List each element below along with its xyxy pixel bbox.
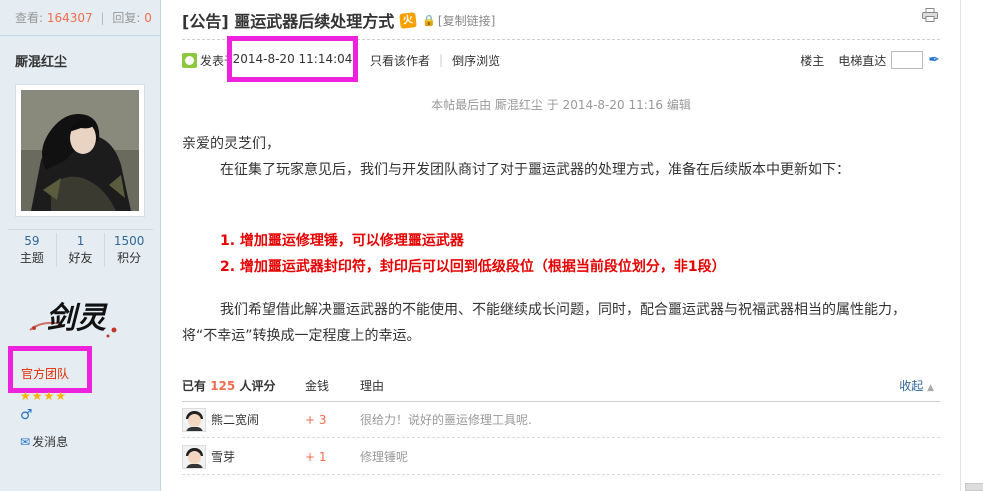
- chevron-up-icon: ▲: [927, 382, 934, 393]
- floor-label[interactable]: 楼主: [800, 52, 824, 69]
- stat-label: 积分: [117, 251, 142, 265]
- elevator-label: 电梯直达: [838, 53, 887, 68]
- scrollbar-thumb[interactable]: [965, 483, 983, 491]
- post-greeting: 亲爱的灵芝们，: [182, 136, 280, 152]
- announcement-item-2: 2. 增加噩运武器封印符，封印后可以回到低级段位（根据当前段位划分，非1段）: [220, 259, 726, 275]
- stat-points[interactable]: 1500 积分: [105, 233, 153, 267]
- ratings-col-reason: 理由: [360, 378, 385, 393]
- copy-link-button[interactable]: [复制链接]: [438, 12, 495, 29]
- rank-stars-icon: ★★★★: [20, 389, 68, 403]
- reverse-order-link[interactable]: 倒序浏览: [452, 52, 500, 69]
- author-sidebar: 查看: 164307 | 回复: 0 厮混红尘 59 主题 1 好友 1500: [0, 0, 161, 491]
- views-label: 查看:: [15, 11, 44, 25]
- only-author-link[interactable]: 只看该作者: [370, 52, 430, 69]
- rating-row: 熊二宽闹 + 3 很给力！说好的噩运修理工具呢.: [182, 402, 940, 438]
- link-separator: |: [439, 53, 444, 67]
- rater-avatar: [182, 444, 206, 469]
- author-avatar[interactable]: [15, 84, 145, 217]
- ratings-suffix: 人评分: [239, 378, 276, 393]
- thread-stats: 查看: 164307 | 回复: 0: [0, 0, 160, 36]
- envelope-icon: ✉: [20, 434, 31, 449]
- stat-value: 59: [24, 234, 40, 248]
- elevator-floor-input[interactable]: [891, 51, 924, 69]
- stat-value: 1500: [113, 234, 145, 248]
- send-message-link[interactable]: ✉ 发消息: [20, 433, 68, 450]
- hot-badge-icon: 火: [399, 11, 417, 29]
- post-timestamp: 2014-8-20 11:14:04: [227, 36, 358, 82]
- post-paragraph-2: 我们希望借此解决噩运武器的不能使用、不能继续成长问题，同时，配合噩运武器与祝福武…: [182, 297, 927, 349]
- stat-value: 1: [76, 234, 85, 248]
- ratings-count: 125: [210, 378, 236, 393]
- user-group-badge[interactable]: 官方团队: [8, 346, 92, 393]
- avatar-image: [21, 90, 139, 211]
- ratings-count-label: 已有 125 人评分: [182, 377, 305, 394]
- thread-title: [公告] 噩运武器后续处理方式: [182, 12, 395, 31]
- stat-label: 好友: [68, 251, 93, 265]
- post-main: [公告] 噩运武器后续处理方式 火 🔒 [复制链接] 发表于 2014-8-20…: [162, 0, 960, 491]
- logo-text: 剑灵: [46, 301, 108, 336]
- rating-money: + 3: [305, 412, 327, 427]
- last-edit-note: 本帖最后由 厮混红尘 于 2014-8-20 11:16 编辑: [431, 98, 691, 112]
- rating-row: 雪芽 + 1 修理锤呢: [182, 439, 940, 475]
- collapse-label: 收起: [899, 378, 924, 393]
- post-body: 亲爱的灵芝们， 在征集了玩家意见后，我们与开发团队商讨了对于噩运武器的处理方式，…: [182, 131, 927, 183]
- go-floor-pen-icon[interactable]: ✒: [928, 52, 940, 68]
- ratings-prefix: 已有: [182, 378, 207, 393]
- stat-threads[interactable]: 59 主题: [8, 233, 57, 267]
- group-name-text: 官方团队: [21, 367, 70, 381]
- announcement-item-1: 1. 增加噩运修理锤，可以修理噩运武器: [220, 233, 464, 249]
- stats-separator: |: [100, 11, 105, 25]
- author-name[interactable]: 厮混红尘: [15, 51, 67, 70]
- rating-money: + 1: [305, 449, 327, 464]
- rater[interactable]: 雪芽: [182, 444, 305, 469]
- collapse-ratings-button[interactable]: 收起 ▲: [899, 377, 934, 394]
- lock-icon: 🔒: [422, 13, 436, 27]
- ratings-header: 已有 125 人评分 金钱 理由 收起 ▲: [182, 374, 940, 396]
- online-status-icon: [182, 52, 197, 68]
- print-icon[interactable]: [922, 8, 938, 22]
- thread-title-row: [公告] 噩运武器后续处理方式 火 🔒 [复制链接]: [182, 8, 495, 32]
- send-message-label: 发消息: [32, 435, 69, 449]
- rater-avatar: [182, 407, 206, 432]
- replies-count: 0: [144, 11, 152, 25]
- rater[interactable]: 熊二宽闹: [182, 407, 305, 432]
- ratings-col-money: 金钱: [305, 378, 330, 393]
- page-right-edge: [960, 0, 983, 491]
- stat-label: 主题: [19, 251, 44, 265]
- blade-soul-logo: 剑灵: [29, 301, 117, 338]
- post-meta-bar: 发表于 2014-8-20 11:14:04 只看该作者 | 倒序浏览 楼主 电…: [182, 36, 952, 82]
- replies-label: 回复:: [112, 11, 141, 25]
- rater-name: 雪芽: [211, 450, 236, 464]
- floor-navigation: 楼主 电梯直达 ✒: [800, 49, 940, 71]
- author-stats: 59 主题 1 好友 1500 积分: [8, 229, 153, 267]
- post-paragraph-1: 在征集了玩家意见后，我们与开发团队商讨了对于噩运武器的处理方式，准备在后续版本中…: [220, 162, 850, 178]
- stat-friends[interactable]: 1 好友: [57, 233, 106, 267]
- rating-reason: 很给力！说好的噩运修理工具呢.: [360, 413, 532, 427]
- announcement-items: 1. 增加噩运修理锤，可以修理噩运武器 2. 增加噩运武器封印符，封印后可以回到…: [220, 228, 726, 280]
- views-count: 164307: [46, 11, 93, 25]
- posted-on-label: 发表于: [200, 53, 230, 68]
- rater-name: 熊二宽闹: [211, 413, 260, 427]
- male-gender-icon: ♂: [20, 407, 33, 423]
- post-view-options: 只看该作者 | 倒序浏览: [370, 49, 500, 71]
- rating-reason: 修理锤呢: [360, 450, 409, 464]
- post-time-text: 2014-8-20 11:14:04: [232, 52, 353, 66]
- post-paragraph-2-text: 我们希望借此解决噩运武器的不能使用、不能继续成长问题，同时，配合噩运武器与祝福武…: [182, 302, 906, 344]
